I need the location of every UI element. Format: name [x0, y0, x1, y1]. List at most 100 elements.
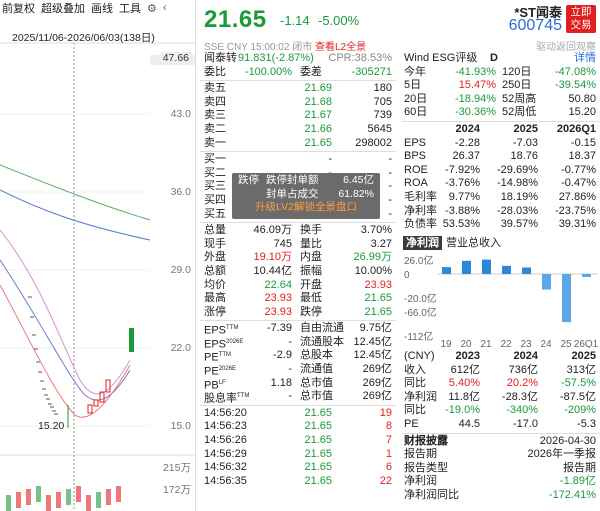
row-label-2: 换手	[300, 224, 322, 237]
fin-metric-row: 毛利率 9.77% 18.19% 27.86%	[402, 191, 600, 205]
upgrade-lv2-link[interactable]: 升级LV2解锁全景盘口	[232, 200, 380, 214]
quote-row: 卖二 21.66 5645	[200, 123, 396, 137]
overlay-seal-amount-value: 6.45亿	[343, 174, 374, 186]
year-header: 2026Q1	[556, 122, 596, 135]
row-value-2: 269亿	[362, 390, 392, 403]
volume-tick: 215万	[162, 462, 191, 474]
row-value-2: -	[388, 180, 392, 193]
row-label-superscript: TTM	[237, 393, 250, 400]
row-value-2: 269亿	[362, 376, 392, 389]
row-value-2: -	[388, 166, 392, 179]
toolbar-tools[interactable]: 工具	[119, 0, 141, 16]
fin-row-label: 收入	[404, 363, 426, 376]
volume-bar	[86, 495, 91, 511]
kline-chart[interactable]	[0, 0, 196, 511]
esg-row: Wind ESG评级 D 详情	[402, 52, 600, 66]
row-value-2: 5645	[367, 122, 392, 135]
volume-tick: 172万	[162, 484, 191, 496]
row-value: 22.64	[264, 278, 292, 291]
quote-row: 委比 -100.00% 委差 -305271	[200, 66, 396, 80]
fin-row-value: 5.40%	[448, 377, 480, 390]
metric-value: -7.03	[512, 136, 538, 149]
fin-metric-row: 净利率 -3.88% -28.03% -23.75%	[402, 205, 600, 219]
tab-net-profit[interactable]: 净利润	[403, 236, 442, 250]
volume-bar	[106, 489, 111, 505]
year-header: 2024	[455, 122, 480, 135]
chevron-left-icon[interactable]: ‹	[163, 2, 167, 14]
fin-metric-row: ROE -7.92% -29.69% -0.77%	[402, 164, 600, 178]
fin-data-row: PE 44.5 -17.0 -5.3	[402, 418, 600, 432]
row-value: -	[288, 363, 292, 376]
row-label: 14:56:20	[204, 406, 247, 419]
quote-row: 买一 - -	[200, 153, 396, 167]
volume-bar	[96, 492, 101, 508]
last-price: 21.65	[204, 6, 267, 33]
row-value: 21.67	[304, 109, 332, 122]
bar-x-label: 25	[560, 339, 572, 348]
fin-header-cell: 2024	[513, 350, 538, 362]
fin-row-value: -209%	[564, 404, 596, 417]
perf-value: -30.36%	[455, 106, 496, 119]
volume-bar	[76, 486, 81, 502]
row-value: 21.68	[304, 95, 332, 108]
trade-now-button[interactable]: 立即交易	[566, 5, 596, 33]
volume-bar	[116, 486, 121, 502]
toolbar-draw-line[interactable]: 画线	[91, 0, 113, 16]
report-row: 净利润 -1.89亿	[402, 475, 600, 489]
tab-total-revenue[interactable]: 营业总收入	[446, 236, 501, 250]
row-label: 14:56:26	[204, 434, 247, 447]
metric-value: 18.76	[510, 150, 538, 163]
row-label-2: 跌停	[300, 305, 322, 318]
report-row: 报告期 2026年一季报	[402, 448, 600, 462]
row-label-2: 开盘	[300, 278, 322, 291]
quote-row: 14:56:29 21.65 1	[200, 448, 396, 462]
row-value: -100.00%	[244, 65, 292, 78]
status-hint: 驱动返回观察	[536, 42, 596, 53]
kline-chart-pane[interactable]: 前复权 超级叠加 画线 工具 ⚙ ‹ 2025/11/06-2026/06/03…	[0, 0, 196, 511]
metric-value: 39.31%	[558, 218, 596, 231]
profit-bar	[522, 267, 531, 274]
divider	[200, 151, 396, 153]
toolbar-super-overlay[interactable]: 超级叠加	[41, 0, 85, 16]
row-label: 14:56:23	[204, 420, 247, 433]
perf-label-2: 120日	[502, 65, 532, 78]
overlay-seal-ratio-label: 封单占成交	[266, 188, 319, 200]
row-value-2: -	[388, 193, 392, 206]
metric-value: -3.88%	[445, 204, 480, 217]
metric-value: -3.76%	[445, 177, 480, 190]
row-label-2: 流通值	[300, 363, 333, 376]
report-label: 净利润	[404, 475, 437, 488]
metric-value: -7.92%	[445, 163, 480, 176]
metric-label: BPS	[404, 150, 427, 163]
divider	[402, 432, 600, 434]
esg-detail-link[interactable]: 详情	[574, 52, 596, 66]
candle-up	[93, 399, 99, 407]
row-label-2: 总市值	[300, 376, 333, 389]
row-label: 14:56:32	[204, 461, 247, 474]
row-label: 最高	[204, 292, 226, 305]
fin-header-row: (CNY) 2023 2024 2025	[402, 350, 600, 364]
metric-value: -0.47%	[561, 177, 596, 190]
row-value: 21.66	[304, 122, 332, 135]
perf-label: 20日	[404, 92, 428, 105]
metric-label: 净利率	[404, 204, 437, 217]
toolbar-forward-adjust[interactable]: 前复权	[2, 0, 35, 16]
metric-value: 18.19%	[500, 190, 538, 203]
quote-row: 总额 10.44亿 振幅 10.00%	[200, 265, 396, 279]
quote-row: PE2026E - 流通值 269亿	[200, 363, 396, 378]
chart-date-range: 2025/11/06-2026/06/03(138日)	[12, 32, 155, 44]
report-label: 报告期	[404, 448, 437, 461]
ma-line	[0, 229, 131, 395]
perf-label: 60日	[404, 106, 428, 119]
bar-y-tick: -66.0亿	[404, 306, 437, 319]
fin-row-value: 44.5	[458, 417, 480, 430]
metric-label: EPS	[404, 136, 427, 149]
price-tick: 36.0	[170, 186, 191, 198]
esg-label: Wind ESG评级	[404, 52, 478, 64]
row-value-2: 180	[373, 82, 392, 95]
metric-value: -14.98%	[497, 177, 538, 190]
fin-data-row: 同比 -19.0% -340% -209%	[402, 404, 600, 418]
volume-bar	[16, 492, 21, 508]
gear-icon[interactable]: ⚙	[147, 2, 157, 15]
fin-data-row: 净利润 11.8亿 -28.3亿 -87.5亿	[402, 391, 600, 405]
